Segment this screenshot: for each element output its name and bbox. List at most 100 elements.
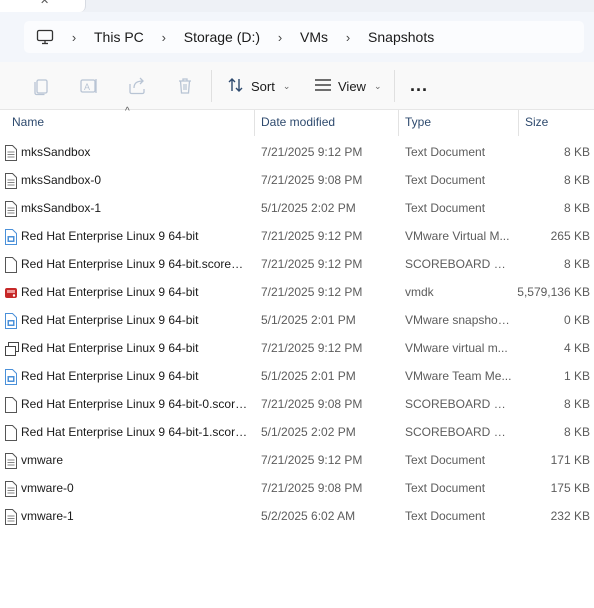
- view-label: View: [338, 78, 366, 94]
- file-date-modified: 7/21/2025 9:08 PM: [261, 173, 363, 187]
- text-file-icon: [4, 201, 18, 217]
- rename-icon[interactable]: A: [79, 76, 99, 96]
- file-size: 265 KB: [550, 229, 590, 243]
- file-name[interactable]: Red Hat Enterprise Linux 9 64-bit: [21, 369, 249, 383]
- chevron-right-icon[interactable]: ›: [336, 30, 360, 45]
- file-type: VMware Virtual M...: [405, 229, 510, 243]
- file-date-modified: 7/21/2025 9:12 PM: [261, 229, 363, 243]
- sort-ascending-icon: ^: [125, 106, 130, 117]
- chevron-down-icon: ⌄: [282, 80, 291, 91]
- column-resize-handle[interactable]: [254, 110, 255, 136]
- file-type: Text Document: [405, 173, 486, 187]
- column-resize-handle[interactable]: [398, 110, 399, 136]
- file-name[interactable]: Red Hat Enterprise Linux 9 64-bit: [21, 313, 249, 327]
- view-list-icon: [314, 78, 332, 95]
- sort-label: Sort: [251, 78, 275, 94]
- file-row[interactable]: Red Hat Enterprise Linux 9 64-bit 7/21/20…: [0, 278, 594, 306]
- text-file-icon: [4, 509, 18, 525]
- file-row[interactable]: Red Hat Enterprise Linux 9 64-bit 5/1/202…: [0, 362, 594, 390]
- file-name[interactable]: vmware-1: [21, 509, 249, 523]
- file-date-modified: 7/21/2025 9:12 PM: [261, 285, 363, 299]
- breadcrumb-item-snapshots[interactable]: Snapshots: [368, 29, 434, 45]
- more-options-button[interactable]: ...: [410, 75, 428, 96]
- copy-icon[interactable]: [31, 76, 51, 96]
- file-type: VMware snapshot ...: [405, 313, 513, 327]
- file-type: SCOREBOARD File: [405, 397, 513, 411]
- active-tab[interactable]: ✕: [0, 0, 86, 12]
- breadcrumb-item-this-pc[interactable]: This PC: [94, 29, 144, 45]
- vmdk-file-icon: [4, 285, 18, 301]
- file-date-modified: 7/21/2025 9:08 PM: [261, 481, 363, 495]
- file-type: Text Document: [405, 145, 486, 159]
- file-size: 171 KB: [550, 453, 590, 467]
- file-type: VMware Team Me...: [405, 369, 512, 383]
- file-name[interactable]: Red Hat Enterprise Linux 9 64-bit: [21, 285, 249, 299]
- breadcrumb-item-vms[interactable]: VMs: [300, 29, 328, 45]
- file-type: Text Document: [405, 509, 486, 523]
- chevron-right-icon[interactable]: ›: [62, 30, 86, 45]
- file-row[interactable]: Red Hat Enterprise Linux 9 64-bit.scoreb…: [0, 250, 594, 278]
- file-row[interactable]: Red Hat Enterprise Linux 9 64-bit-1.scor…: [0, 418, 594, 446]
- file-row[interactable]: vmware-1 5/2/2025 6:02 AM Text Document 232…: [0, 502, 594, 530]
- file-row[interactable]: Red Hat Enterprise Linux 9 64-bit-0.scor…: [0, 390, 594, 418]
- file-date-modified: 7/21/2025 9:12 PM: [261, 453, 363, 467]
- file-row[interactable]: mksSandbox-1 5/1/2025 2:02 PM Text Documen…: [0, 194, 594, 222]
- file-name[interactable]: vmware: [21, 453, 249, 467]
- file-row[interactable]: Red Hat Enterprise Linux 9 64-bit 5/1/202…: [0, 306, 594, 334]
- column-header-name[interactable]: Name: [12, 115, 44, 129]
- file-name[interactable]: vmware-0: [21, 481, 249, 495]
- file-name[interactable]: Red Hat Enterprise Linux 9 64-bit-0.scor…: [21, 397, 249, 411]
- breadcrumb[interactable]: › This PC › Storage (D:) › VMs › Snapsho…: [24, 21, 584, 53]
- chevron-right-icon[interactable]: ›: [268, 30, 292, 45]
- file-name[interactable]: mksSandbox: [21, 145, 249, 159]
- column-header-size[interactable]: Size: [525, 115, 548, 129]
- file-name[interactable]: Red Hat Enterprise Linux 9 64-bit.scoreb…: [21, 257, 249, 271]
- file-type: Text Document: [405, 201, 486, 215]
- text-file-icon: [4, 145, 18, 161]
- file-size: 232 KB: [550, 509, 590, 523]
- blank-file-icon: [4, 257, 18, 273]
- sort-button[interactable]: Sort ⌄: [227, 74, 290, 98]
- column-header-type[interactable]: Type: [405, 115, 431, 129]
- chevron-right-icon[interactable]: ›: [152, 30, 176, 45]
- file-size: 5,579,136 KB: [517, 285, 590, 299]
- file-size: 175 KB: [550, 481, 590, 495]
- file-size: 8 KB: [563, 257, 590, 271]
- column-resize-handle[interactable]: [518, 110, 519, 136]
- file-type: SCOREBOARD File: [405, 257, 513, 271]
- command-bar: A Sort ⌄ View ⌄ ...: [0, 62, 594, 110]
- file-name[interactable]: Red Hat Enterprise Linux 9 64-bit: [21, 341, 249, 355]
- blank-file-icon: [4, 425, 18, 441]
- computer-icon[interactable]: [36, 29, 54, 45]
- share-icon[interactable]: [127, 76, 147, 96]
- delete-icon[interactable]: [175, 76, 195, 96]
- vmware-file-icon: [4, 313, 18, 329]
- file-name[interactable]: Red Hat Enterprise Linux 9 64-bit: [21, 229, 249, 243]
- breadcrumb-item-storage[interactable]: Storage (D:): [184, 29, 260, 45]
- file-row[interactable]: mksSandbox 7/21/2025 9:12 PM Text Document…: [0, 138, 594, 166]
- address-bar: › This PC › Storage (D:) › VMs › Snapsho…: [0, 12, 594, 62]
- file-name[interactable]: Red Hat Enterprise Linux 9 64-bit-1.scor…: [21, 425, 249, 439]
- file-name[interactable]: mksSandbox-0: [21, 173, 249, 187]
- file-row[interactable]: mksSandbox-0 7/21/2025 9:08 PM Text Docume…: [0, 166, 594, 194]
- file-date-modified: 7/21/2025 9:12 PM: [261, 257, 363, 271]
- window-tab-strip: ✕: [0, 0, 594, 12]
- file-size: 8 KB: [563, 201, 590, 215]
- file-row[interactable]: Red Hat Enterprise Linux 9 64-bit 7/21/20…: [0, 222, 594, 250]
- file-name[interactable]: mksSandbox-1: [21, 201, 249, 215]
- file-size: 4 KB: [563, 341, 590, 355]
- file-row[interactable]: vmware 7/21/2025 9:12 PM Text Document 171 …: [0, 446, 594, 474]
- vmware-file-icon: [4, 369, 18, 385]
- column-header-date[interactable]: Date modified: [261, 115, 335, 129]
- text-file-icon: [4, 173, 18, 189]
- file-size: 0 KB: [563, 313, 590, 327]
- close-tab-icon[interactable]: ✕: [40, 0, 49, 7]
- sort-icon: [227, 77, 245, 96]
- file-row[interactable]: Red Hat Enterprise Linux 9 64-bit 7/21/20…: [0, 334, 594, 362]
- file-size: 8 KB: [563, 397, 590, 411]
- file-date-modified: 7/21/2025 9:12 PM: [261, 341, 363, 355]
- file-list: mksSandbox 7/21/2025 9:12 PM Text Document…: [0, 138, 594, 530]
- file-row[interactable]: vmware-0 7/21/2025 9:08 PM Text Document 17…: [0, 474, 594, 502]
- toolbar-divider: [394, 70, 395, 102]
- view-button[interactable]: View ⌄: [314, 74, 382, 98]
